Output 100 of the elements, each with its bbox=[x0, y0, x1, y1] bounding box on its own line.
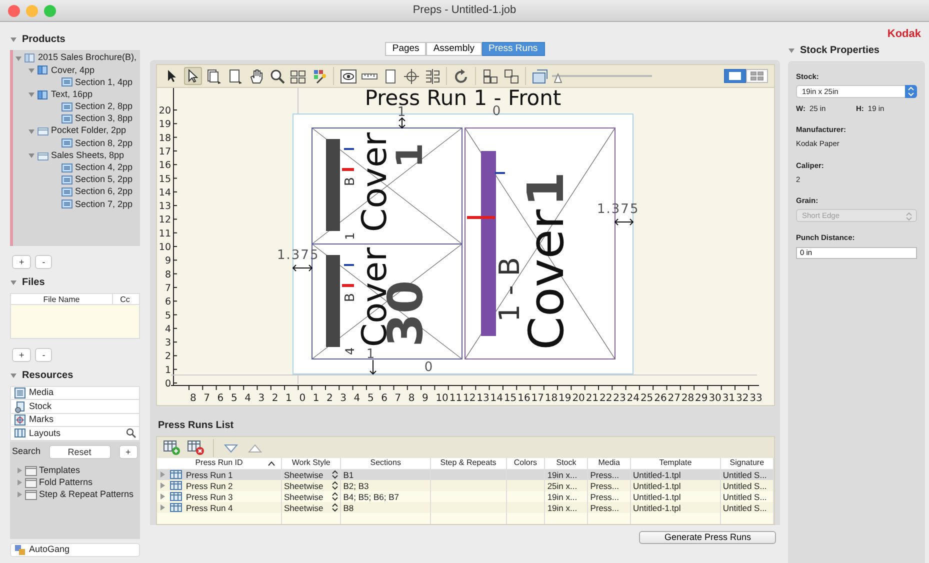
ruler-label: 16 bbox=[518, 393, 530, 404]
collapse-triangle-icon[interactable] bbox=[10, 36, 17, 43]
press-run-icon bbox=[170, 503, 182, 512]
merge-icon bbox=[502, 68, 520, 84]
ruler-label: 6 bbox=[381, 393, 388, 404]
column-header[interactable]: Sections bbox=[340, 458, 431, 469]
expand-triangle-icon[interactable] bbox=[16, 491, 23, 498]
delete-run-button[interactable] bbox=[187, 438, 205, 456]
ruler-label: 6 bbox=[217, 393, 224, 404]
expand-triangle-icon[interactable] bbox=[16, 467, 23, 474]
tool-button[interactable] bbox=[339, 67, 357, 85]
tree-item[interactable]: 2015 Sales Brochure(B), bbox=[15, 52, 140, 64]
close-icon[interactable] bbox=[8, 5, 20, 17]
tree-item[interactable]: Fold Patterns bbox=[12, 476, 138, 489]
column-header[interactable]: Media bbox=[588, 458, 631, 469]
dimension-label: 0 bbox=[492, 104, 502, 119]
resource-item[interactable]: Layouts bbox=[11, 427, 139, 441]
sheet-icon bbox=[37, 125, 49, 138]
tree-item[interactable]: Section 7, 2pp bbox=[15, 198, 140, 210]
column-header[interactable]: Press Run ID bbox=[157, 458, 282, 469]
tree-item[interactable]: Templates bbox=[12, 464, 138, 477]
collapse-triangle-icon[interactable] bbox=[28, 128, 35, 135]
resource-item[interactable]: Media bbox=[11, 387, 139, 400]
column-header[interactable]: Work Style bbox=[282, 458, 341, 469]
column-header[interactable]: Template bbox=[630, 458, 720, 469]
table-row[interactable]: Press Run 2 Sheetwise B2; B3 25in x... Press... Untitled-1.tpl Untitled S... bbox=[157, 480, 774, 491]
tree-item[interactable]: Section 4, 2pp bbox=[15, 162, 140, 174]
ruler-label: 7 bbox=[164, 282, 171, 294]
table-cell: 19in x... bbox=[547, 502, 578, 512]
stepper-icon bbox=[332, 470, 338, 480]
remove-button[interactable]: - bbox=[35, 348, 52, 362]
tree-item[interactable]: Section 2, 8pp bbox=[15, 100, 140, 113]
column-header[interactable]: Cc bbox=[113, 294, 137, 304]
collapse-triangle-icon[interactable] bbox=[788, 46, 795, 54]
tree-item[interactable]: Section 3, 8pp bbox=[15, 112, 140, 126]
resource-item[interactable]: Stock bbox=[11, 400, 139, 414]
reset-button[interactable]: Reset bbox=[48, 444, 111, 459]
column-header[interactable]: Stock bbox=[544, 458, 588, 469]
add-run-icon bbox=[163, 439, 181, 456]
remove-button[interactable]: - bbox=[35, 255, 52, 269]
table-row[interactable]: Press Run 4 Sheetwise B8 19in x... Press... Untitled-1.tpl Untitled S... bbox=[157, 502, 774, 513]
grid-view-button[interactable] bbox=[746, 69, 768, 83]
collapse-triangle-icon[interactable] bbox=[28, 66, 35, 74]
ruler-label: 2 bbox=[164, 351, 171, 362]
column-header[interactable]: File Name bbox=[11, 294, 113, 304]
collapse-triangle-icon[interactable] bbox=[28, 91, 35, 98]
collapse-triangle-icon[interactable] bbox=[15, 54, 22, 62]
collapse-triangle-icon[interactable] bbox=[10, 279, 17, 286]
window-title: Preps - Untitled-1.job bbox=[412, 3, 516, 18]
tool-button[interactable] bbox=[268, 67, 286, 85]
tree-item[interactable]: Section 1, 4pp bbox=[15, 76, 140, 89]
table-row[interactable]: Press Run 3 Sheetwise B4; B5; B6; B7 19in x... Press... Untitled-1.tpl Untitled S... bbox=[157, 491, 774, 502]
collapse-triangle-icon[interactable] bbox=[10, 372, 17, 379]
column-header[interactable]: Signature bbox=[720, 458, 774, 469]
expand-triangle-icon[interactable] bbox=[16, 479, 23, 486]
tool-button[interactable] bbox=[423, 67, 441, 85]
tree-item[interactable]: Pocket Folder, 2pp bbox=[15, 125, 140, 138]
tool-button[interactable] bbox=[502, 67, 520, 85]
single-view-button[interactable] bbox=[724, 69, 746, 83]
column-header[interactable]: Colors bbox=[506, 458, 545, 469]
section-icon bbox=[61, 137, 73, 150]
tree-item[interactable]: Step & Repeat Patterns bbox=[12, 488, 138, 501]
add-button[interactable]: + bbox=[12, 255, 32, 269]
tree-item[interactable]: Section 5, 2pp bbox=[15, 174, 140, 186]
resource-item[interactable]: Marks bbox=[11, 414, 139, 428]
slider-thumb[interactable] bbox=[554, 71, 562, 81]
column-header[interactable]: Step & Repeats bbox=[430, 458, 506, 469]
tree-item[interactable]: Text, 16pp bbox=[15, 88, 140, 101]
section-icon bbox=[61, 174, 73, 186]
tool-button[interactable] bbox=[481, 67, 499, 85]
table-cell: B8 bbox=[343, 502, 354, 512]
section-icon bbox=[61, 76, 73, 88]
tree-item[interactable]: Sales Sheets, 8pp bbox=[15, 150, 140, 162]
table-cell: Untitled S... bbox=[722, 470, 767, 480]
tool-button[interactable] bbox=[205, 67, 223, 85]
work-style-select[interactable]: Sheetwise bbox=[284, 470, 338, 480]
tree-item[interactable]: Cover, 4pp bbox=[15, 64, 140, 76]
add-button[interactable]: + bbox=[118, 444, 138, 459]
table-row[interactable]: Press Run 1 Sheetwise B1 19in x... Press... Untitled-1.tpl Untitled S... bbox=[157, 469, 774, 480]
ruler-label: 13 bbox=[158, 201, 171, 212]
search-icon[interactable] bbox=[126, 428, 136, 438]
add-run-button[interactable] bbox=[163, 438, 181, 456]
tool-button[interactable] bbox=[184, 67, 202, 85]
tree-item[interactable]: Section 6, 2pp bbox=[15, 186, 140, 198]
tree-item[interactable]: Section 8, 2pp bbox=[15, 137, 140, 150]
generate-press-runs-button[interactable]: Generate Press Runs bbox=[639, 531, 776, 544]
add-button[interactable]: + bbox=[12, 348, 32, 362]
ruler-label: 0 bbox=[164, 378, 171, 390]
tool-button[interactable] bbox=[452, 67, 470, 85]
view-tab[interactable]: Assembly bbox=[426, 42, 482, 56]
stock-icon bbox=[14, 400, 26, 413]
tool-button[interactable] bbox=[402, 67, 420, 85]
zoom-icon[interactable] bbox=[44, 5, 56, 17]
work-style-select[interactable]: Sheetwise bbox=[284, 480, 338, 490]
work-style-select[interactable]: Sheetwise bbox=[284, 492, 338, 502]
collapse-triangle-icon[interactable] bbox=[28, 152, 35, 160]
autogang-button[interactable]: AutoGang bbox=[10, 543, 140, 557]
view-tab[interactable]: Pages bbox=[385, 42, 426, 56]
work-style-select[interactable]: Sheetwise bbox=[284, 502, 338, 512]
section-icon bbox=[61, 198, 73, 210]
